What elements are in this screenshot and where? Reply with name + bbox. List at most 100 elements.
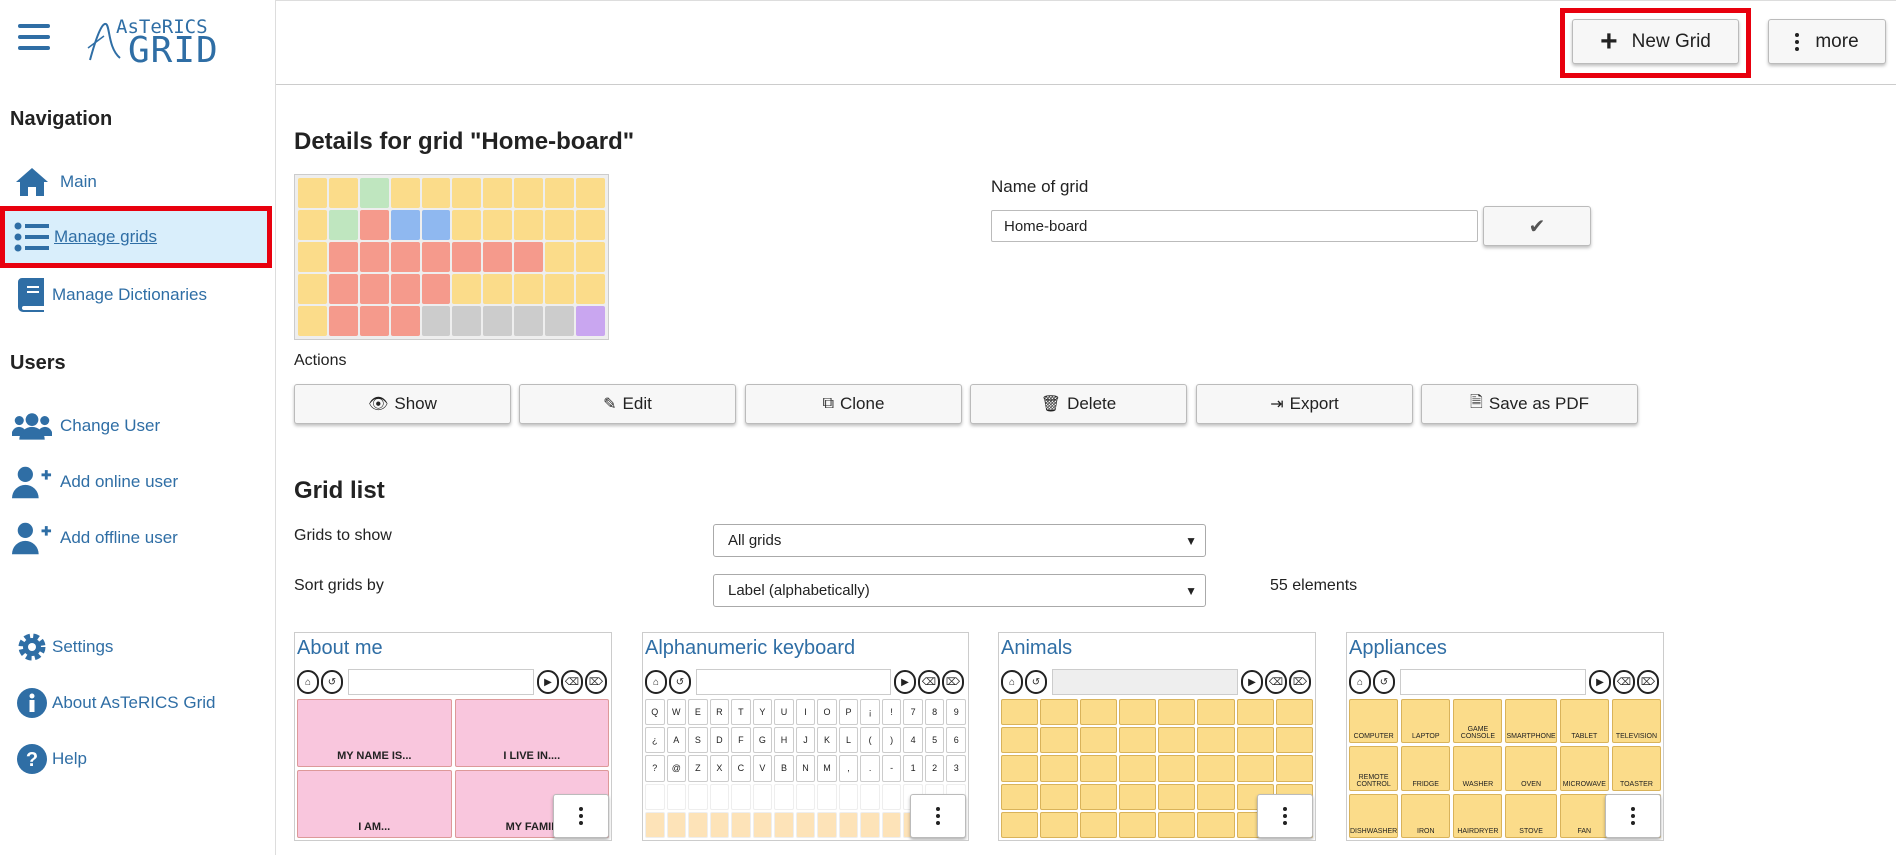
keyboard-key: Y xyxy=(752,699,773,726)
animal-cell xyxy=(1079,699,1117,726)
grid-card-title[interactable]: About me xyxy=(297,637,383,660)
grid-card-menu-button[interactable] xyxy=(910,794,966,838)
keyboard-key: 6 xyxy=(946,727,966,754)
keyboard-key: I xyxy=(795,699,816,726)
thumbnail-cell xyxy=(514,274,544,304)
list-icon xyxy=(12,219,52,255)
sidebar-item-add-online-user[interactable]: Add online user xyxy=(0,459,272,505)
animal-cell xyxy=(1236,755,1274,782)
grid-card-animals[interactable]: Animals ⌂ ↺ ▶ ⌫ ⌦ xyxy=(998,632,1316,841)
clear-icon: ⌦ xyxy=(1289,670,1311,694)
keyboard-key-blank xyxy=(752,783,773,810)
more-vertical-icon xyxy=(1631,807,1635,825)
grid-card-title[interactable]: Animals xyxy=(1001,637,1072,660)
sidebar-item-help[interactable]: ? Help xyxy=(0,736,272,782)
keyboard-key: W xyxy=(666,699,687,726)
thumbnail-cell xyxy=(452,178,482,208)
grid-cell: I AM... xyxy=(297,770,452,838)
appliance-cell: TELEVISION xyxy=(1611,699,1661,744)
keyboard-key: E xyxy=(688,699,708,726)
sidebar-item-label: Change User xyxy=(60,416,161,435)
keyboard-key: F xyxy=(731,727,751,754)
animal-cell xyxy=(1275,755,1313,782)
grid-name-field[interactable]: Home-board xyxy=(991,210,1478,242)
save-as-pdf-button[interactable]: 🗎 Save as PDF xyxy=(1421,384,1638,424)
animal-cell xyxy=(1040,727,1078,754)
thumbnail-cell xyxy=(514,178,544,208)
clear-icon: ⌦ xyxy=(585,670,607,694)
grid-card-menu-button[interactable] xyxy=(1605,794,1661,838)
play-icon: ▶ xyxy=(1241,670,1263,694)
sidebar: AsTeRICS GRID Navigation Main Manage gri… xyxy=(0,0,276,855)
grid-card-toolbar: ⌂ ↺ ▶ ⌫ ⌦ xyxy=(297,667,609,697)
keyboard-key-blank xyxy=(795,783,816,810)
keyboard-key-blank xyxy=(795,811,816,838)
appliance-cell: FAN xyxy=(1559,793,1609,838)
show-button[interactable]: 👁 Show xyxy=(294,384,511,424)
grid-card-menu-button[interactable] xyxy=(1257,794,1313,838)
keyboard-key-blank xyxy=(666,783,687,810)
appliance-cell: SMARTPHONE xyxy=(1505,699,1557,744)
keyboard-key: 8 xyxy=(924,699,945,726)
grid-card-title[interactable]: Alphanumeric keyboard xyxy=(645,637,855,660)
gear-icon xyxy=(12,629,52,665)
sidebar-item-settings[interactable]: Settings xyxy=(0,624,272,670)
keyboard-key: A xyxy=(666,727,687,754)
keyboard-key-blank xyxy=(645,783,665,810)
thumbnail-cell xyxy=(359,306,389,336)
animal-cell xyxy=(1236,727,1274,754)
sidebar-item-about[interactable]: About AsTeRICS Grid xyxy=(0,680,272,726)
confirm-name-button[interactable]: ✔ xyxy=(1483,206,1591,246)
grid-preview-thumbnail xyxy=(294,174,609,340)
thumbnail-cell xyxy=(421,242,451,272)
keyboard-key: U xyxy=(774,699,794,726)
name-of-grid-label: Name of grid xyxy=(991,177,1089,196)
grids-to-show-select[interactable]: All grids ▼ xyxy=(713,524,1206,557)
edit-button[interactable]: ✎ Edit xyxy=(519,384,736,424)
keyboard-key: ! xyxy=(881,699,902,726)
thumbnail-cell xyxy=(576,306,605,336)
pdf-file-icon: 🗎 xyxy=(1469,393,1483,411)
grid-card-title[interactable]: Appliances xyxy=(1349,637,1447,660)
animal-cell xyxy=(1079,755,1117,782)
animal-cell xyxy=(1197,727,1235,754)
animal-cell xyxy=(1118,727,1156,754)
grid-card-about-me[interactable]: About me ⌂ ↺ ▶ ⌫ ⌦ MY NAME IS... I LIVE IN.… xyxy=(294,632,612,841)
save-as-pdf-label: Save as PDF xyxy=(1488,394,1590,413)
more-button[interactable]: more xyxy=(1768,19,1886,64)
sidebar-item-manage-grids[interactable]: Manage grids xyxy=(0,206,272,268)
grid-card-menu-button[interactable] xyxy=(553,794,609,838)
hamburger-menu-icon[interactable] xyxy=(18,24,50,52)
thumbnail-cell xyxy=(514,242,544,272)
grid-card-alphanumeric-keyboard[interactable]: Alphanumeric keyboard ⌂ ↺ ▶ ⌫ ⌦ Q W E R T Y U I O P ¡… xyxy=(642,632,969,841)
grid-card-appliances[interactable]: Appliances ⌂ ↺ ▶ ⌫ ⌦ COMPUTER LAPTOP GAME CON… xyxy=(1346,632,1664,841)
delete-button[interactable]: 🗑 Delete xyxy=(970,384,1187,424)
thumbnail-cell xyxy=(298,306,327,336)
keyboard-key-blank xyxy=(731,783,751,810)
keyboard-key: , xyxy=(838,755,859,782)
export-icon: ⇥ xyxy=(1270,396,1284,413)
sidebar-item-main[interactable]: Main xyxy=(0,159,272,205)
edit-icon: ✎ xyxy=(603,396,617,413)
keyboard-key: S xyxy=(688,727,708,754)
keyboard-key-blank xyxy=(774,783,794,810)
keyboard-key: B xyxy=(774,755,794,782)
clone-button[interactable]: ⧉ Clone xyxy=(745,384,962,424)
clear-icon: ⌦ xyxy=(1637,670,1659,694)
thumbnail-cell xyxy=(328,178,358,208)
thumbnail-cell xyxy=(576,178,605,208)
sidebar-item-change-user[interactable]: Change User xyxy=(0,403,272,449)
grid-card-toolbar: ⌂ ↺ ▶ ⌫ ⌦ xyxy=(1349,667,1661,697)
new-grid-button[interactable]: + New Grid xyxy=(1572,19,1739,64)
keyboard-key: R xyxy=(709,699,730,726)
thumbnail-cell xyxy=(421,178,451,208)
element-count: 55 elements xyxy=(1270,577,1358,594)
keyboard-key-blank xyxy=(709,811,730,838)
sidebar-item-manage-dictionaries[interactable]: Manage Dictionaries xyxy=(0,272,272,318)
export-button[interactable]: ⇥ Export xyxy=(1196,384,1413,424)
grid-cell: MY NAME IS... xyxy=(297,699,452,767)
sidebar-item-add-offline-user[interactable]: Add offline user xyxy=(0,515,272,561)
backspace-icon: ⌫ xyxy=(1613,670,1635,694)
sort-grids-select[interactable]: Label (alphabetically) ▼ xyxy=(713,574,1206,607)
backspace-icon: ⌫ xyxy=(1265,670,1287,694)
